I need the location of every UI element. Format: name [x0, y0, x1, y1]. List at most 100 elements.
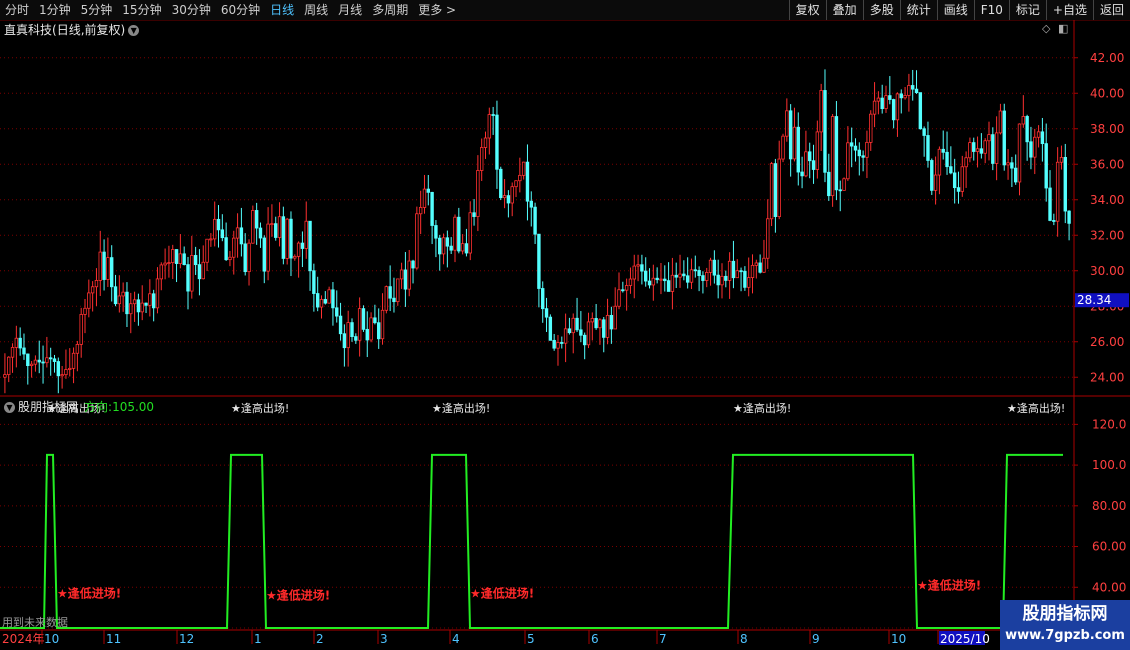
candle-body-17 [68, 367, 72, 370]
candle-body-46 [178, 253, 183, 264]
candle-body-106 [407, 260, 411, 290]
candle-body-52 [201, 261, 205, 280]
candle-body-44 [171, 249, 175, 264]
price-tick-label: 34.00 [1090, 193, 1124, 207]
chart-mode: (日线,前复权) [52, 23, 126, 37]
candle-body-33 [129, 303, 133, 315]
candle-body-198 [758, 262, 762, 273]
price-tick-label: 24.00 [1090, 370, 1124, 384]
panel-toggle-icon[interactable]: ◧ [1058, 22, 1068, 35]
candle-body-99 [380, 309, 385, 340]
candle-body-10 [41, 361, 45, 364]
chevron-down-icon[interactable]: ▼ [4, 402, 15, 413]
candle-body-156 [598, 319, 602, 329]
candle-body-232 [888, 95, 892, 100]
candle-body-97 [373, 317, 377, 324]
price-tick-label: 38.00 [1090, 122, 1124, 136]
candle-body-158 [605, 314, 610, 338]
candle-body-261 [998, 110, 1003, 134]
candle-body-172 [659, 278, 663, 281]
candle-body-20 [79, 314, 83, 345]
candle-body-200 [766, 218, 770, 259]
candle-body-195 [746, 277, 751, 288]
date-axis: 2024年 10 11 12 1 2 3 4 5 6 7 8 9 10 2025/10 [2, 630, 990, 646]
candle-body-210 [804, 151, 808, 177]
diamond-icon[interactable]: ◇ [1042, 22, 1050, 35]
indicator-tick-label: 120.0 [1092, 417, 1126, 431]
candle-body-160 [613, 305, 617, 330]
candle-body-120 [460, 243, 465, 252]
chevron-down-icon[interactable]: ▼ [128, 25, 140, 36]
candle-body-67 [258, 227, 263, 239]
candle-body-18 [71, 352, 76, 369]
candle-body-220 [842, 178, 846, 191]
candle-body-274 [1048, 187, 1052, 221]
candle-body-59 [228, 256, 232, 261]
candle-body-191 [731, 260, 736, 279]
candle-body-134 [514, 180, 518, 188]
candle-body-15 [60, 374, 64, 377]
candle-body-186 [712, 259, 717, 276]
candle-body-45 [174, 249, 179, 264]
candle-body-170 [651, 277, 656, 286]
stock-name: 直真科技 [4, 23, 53, 37]
future-data-note: 用到未来数据 [2, 616, 68, 629]
candle-body-129 [495, 114, 499, 170]
candle-body-111 [426, 188, 430, 193]
candle-body-151 [579, 329, 583, 336]
candle-body-116 [445, 237, 450, 247]
candle-body-40 [155, 278, 160, 309]
candle-body-275 [1052, 220, 1056, 222]
candle-body-2 [10, 347, 15, 358]
candle-body-35 [136, 299, 141, 313]
candle-body-5 [22, 347, 26, 355]
candle-body-90 [346, 322, 350, 349]
candle-body-123 [472, 212, 476, 217]
candle-body-82 [315, 293, 320, 308]
candle-body-86 [331, 289, 335, 309]
candle-body-273 [1044, 143, 1048, 189]
sell-signal-3: ★逢高出场! [733, 401, 791, 415]
candle-body-54 [209, 238, 213, 241]
price-tick-label: 26.00 [1090, 335, 1124, 349]
candle-body-243 [930, 160, 934, 191]
candle-body-143 [548, 316, 553, 341]
candle-body-183 [701, 275, 705, 281]
candle-body-110 [422, 188, 427, 208]
candle-body-244 [933, 174, 938, 191]
candle-body-236 [903, 95, 907, 99]
buy-signal-0: ★逢低进场! [57, 585, 121, 600]
candle-body-131 [502, 195, 507, 199]
candle-body-270 [1033, 136, 1037, 158]
candle-body-246 [941, 148, 945, 153]
candle-body-212 [811, 160, 816, 170]
candle-body-130 [499, 168, 503, 199]
candle-body-216 [827, 171, 831, 197]
candle-body-240 [918, 92, 923, 130]
candle-body-271 [1036, 131, 1041, 138]
candle-body-255 [975, 148, 980, 152]
date-label-0: 2024年 [2, 632, 45, 646]
candle-body-30 [117, 295, 122, 305]
candle-body-197 [754, 262, 759, 266]
candle-body-203 [777, 158, 781, 217]
candle-body-115 [441, 237, 446, 255]
candle-body-242 [926, 135, 930, 161]
candle-body-92 [354, 336, 358, 341]
chart-canvas[interactable]: 42.0040.0038.0036.0034.0032.0030.0028.00… [0, 0, 1130, 650]
signal-markers: ★逢低进场! ★逢低进场! ★逢低进场! ★逢低进场! ★逢高出场! ★逢高出场! ★逢高出… [47, 401, 1065, 602]
date-label-3: 12 [179, 632, 194, 646]
candle-body-252 [964, 157, 968, 168]
candle-body-79 [304, 220, 308, 249]
watermark-name: 股朋指标网 [1022, 604, 1108, 624]
price-chart-title: 直真科技(日线,前复权) ▼ [4, 21, 140, 38]
candle-body-207 [792, 126, 797, 160]
candle-body-76 [293, 255, 297, 259]
candle-body-219 [838, 189, 842, 192]
candle-body-87 [335, 307, 339, 317]
candle-body-1 [7, 356, 11, 375]
candle-body-217 [830, 116, 835, 197]
candle-body-184 [705, 272, 709, 281]
candle-body-215 [823, 90, 827, 173]
indicator-tick-label: 80.00 [1092, 499, 1126, 513]
